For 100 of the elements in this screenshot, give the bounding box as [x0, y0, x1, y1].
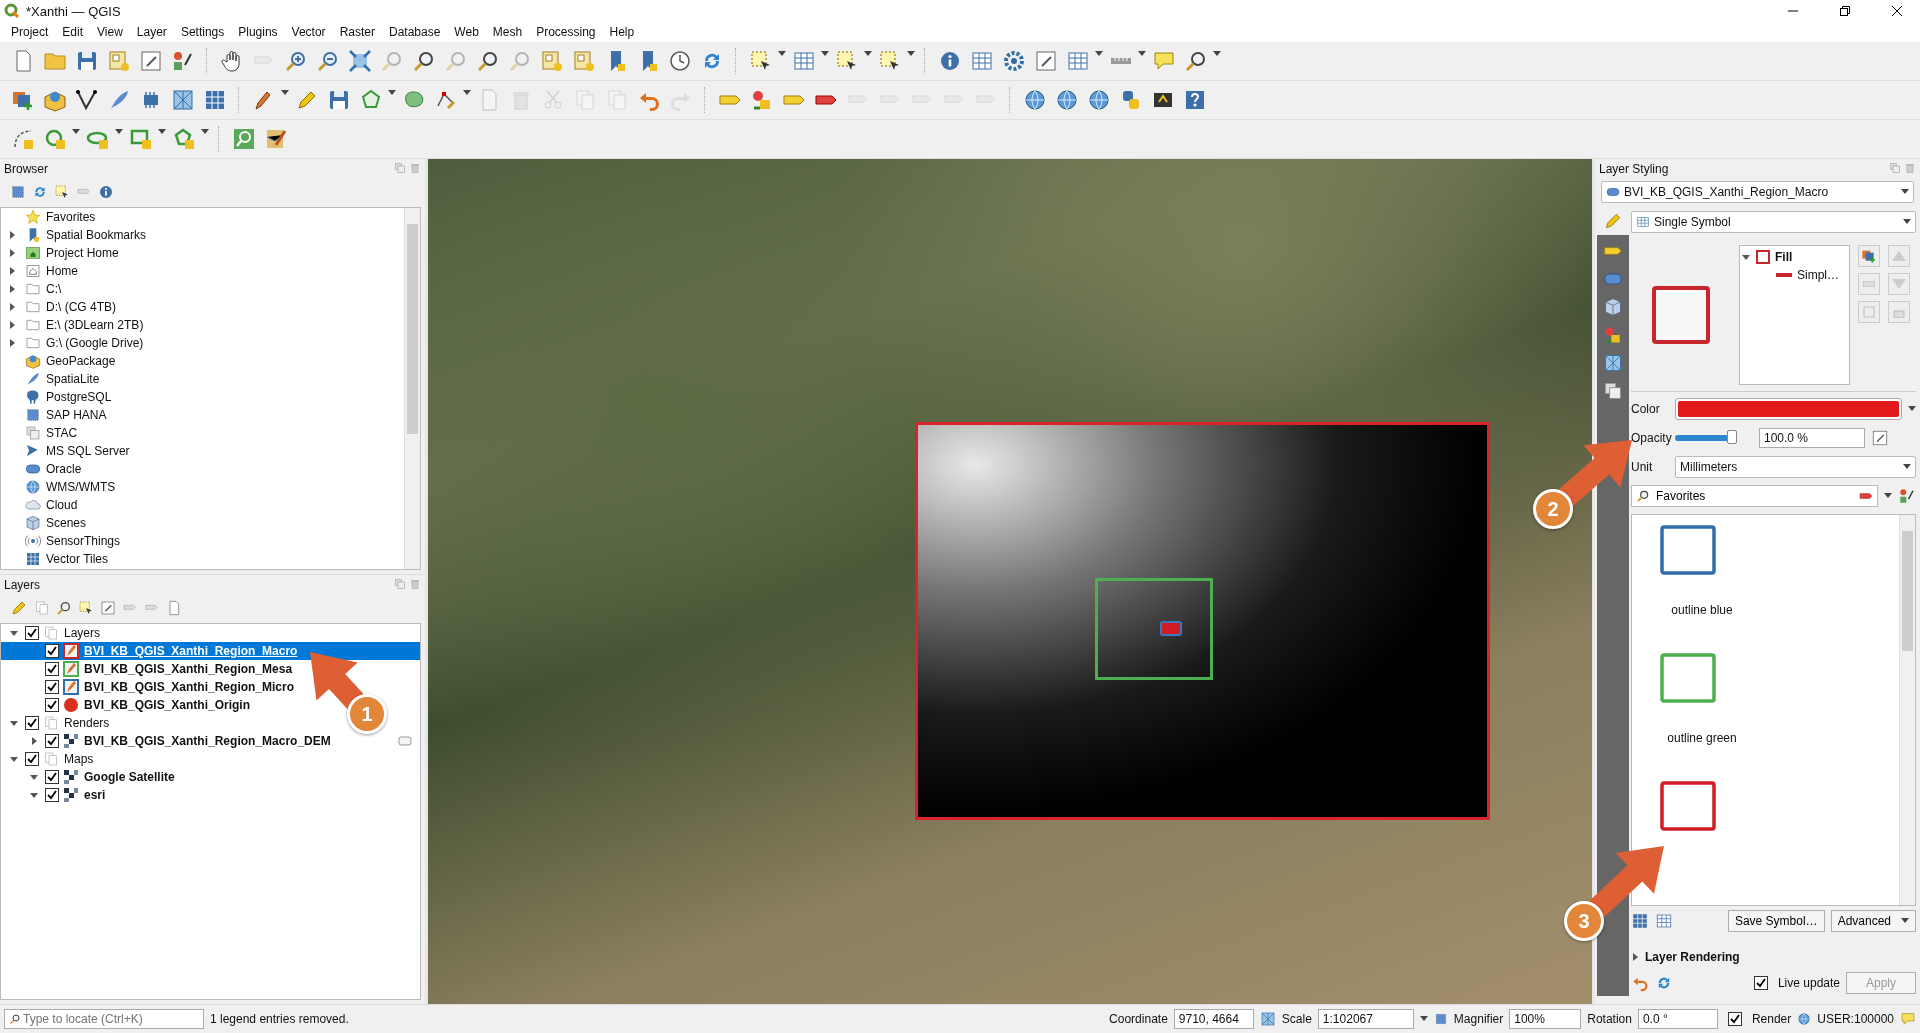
- locate-box[interactable]: Type to locate (Ctrl+K): [4, 1009, 204, 1029]
- browser-item[interactable]: Home: [41, 264, 78, 278]
- expand-arrow-icon[interactable]: [10, 629, 18, 637]
- symbol-preview[interactable]: [1660, 653, 1716, 703]
- magnifier-icon[interactable]: [476, 49, 500, 73]
- caret-icon[interactable]: [1419, 1016, 1428, 1022]
- expand-arrow-icon[interactable]: [1631, 953, 1639, 961]
- checkbox[interactable]: [45, 680, 59, 694]
- browser-item[interactable]: Spatial Bookmarks: [41, 228, 147, 242]
- checkbox[interactable]: [45, 788, 59, 802]
- caret-icon[interactable]: [1884, 492, 1892, 499]
- layer-name[interactable]: BVI_KB_QGIS_Xanthi_Region_Mesa: [79, 662, 293, 676]
- scale-field[interactable]: 1:102067: [1317, 1009, 1414, 1029]
- menu-item[interactable]: Processing: [529, 25, 603, 39]
- brush-icon[interactable]: [1603, 211, 1623, 231]
- info-icon[interactable]: [98, 184, 114, 200]
- menu-item[interactable]: Layer: [129, 25, 174, 39]
- dropdown-caret-icon[interactable]: [864, 51, 872, 57]
- scrollbar[interactable]: [404, 208, 420, 569]
- expand-arrow-icon[interactable]: [10, 755, 18, 763]
- menu-item[interactable]: Vector: [284, 25, 333, 39]
- browser-item[interactable]: Scenes: [41, 516, 87, 530]
- menu-item[interactable]: Project: [4, 25, 56, 39]
- dropdown-caret-icon[interactable]: [1138, 51, 1146, 57]
- checkbox[interactable]: [45, 662, 59, 676]
- menu-item[interactable]: View: [90, 25, 130, 39]
- menu-item[interactable]: Raster: [332, 25, 382, 39]
- browser-item[interactable]: G:\ (Google Drive): [41, 336, 144, 350]
- caret-icon[interactable]: [1903, 219, 1911, 225]
- rectangle-icon[interactable]: [129, 127, 153, 151]
- browser-item[interactable]: SAP HANA: [41, 408, 107, 422]
- browser-item[interactable]: MS SQL Server: [41, 444, 130, 458]
- dropdown-caret-icon[interactable]: [158, 129, 166, 135]
- layer-name[interactable]: Maps: [59, 752, 94, 766]
- caret-icon[interactable]: [1903, 463, 1911, 470]
- layer-name[interactable]: Renders: [59, 716, 110, 730]
- expand-arrow-icon[interactable]: [30, 737, 38, 745]
- rotation-field[interactable]: 0.0 °: [1637, 1009, 1718, 1029]
- browser-item[interactable]: Oracle: [41, 462, 82, 476]
- globe-icon[interactable]: [1797, 1012, 1812, 1026]
- info-icon[interactable]: [938, 49, 962, 73]
- layer-dropdown[interactable]: BVI_KB_QGIS_Xanthi_Region_Macro: [1601, 181, 1914, 203]
- crs-label[interactable]: USER:100000: [1817, 1012, 1894, 1026]
- browser-item[interactable]: C:\: [41, 282, 62, 296]
- layer-name[interactable]: BVI_KB_QGIS_Xanthi_Region_Macro_DEM: [79, 734, 331, 748]
- checkbox[interactable]: [25, 752, 39, 766]
- browser-item[interactable]: STAC: [41, 426, 78, 440]
- dropdown-caret-icon[interactable]: [907, 51, 915, 57]
- expand-arrow-icon[interactable]: [8, 285, 16, 293]
- style-icon[interactable]: [171, 49, 195, 73]
- grid-icon[interactable]: [203, 88, 227, 112]
- browser-item[interactable]: Cloud: [41, 498, 78, 512]
- dropdown-caret-icon[interactable]: [281, 90, 289, 96]
- dropdown-caret-icon[interactable]: [778, 51, 786, 57]
- checkbox[interactable]: [45, 770, 59, 784]
- circle-icon[interactable]: [43, 127, 67, 151]
- magnifier-field[interactable]: 100%: [1509, 1009, 1582, 1029]
- opacity-field[interactable]: 100.0 %: [1759, 427, 1865, 448]
- menu-item[interactable]: Settings: [173, 25, 232, 39]
- page-tools-icon[interactable]: [139, 49, 163, 73]
- caret-icon[interactable]: [1901, 918, 1909, 924]
- dropdown-caret-icon[interactable]: [201, 129, 209, 135]
- checkbox[interactable]: [45, 734, 59, 748]
- mesh-icon[interactable]: [171, 88, 195, 112]
- globe-icon[interactable]: [1023, 88, 1047, 112]
- scrollbar[interactable]: [1899, 515, 1915, 905]
- layer-name[interactable]: BVI_KB_QGIS_Xanthi_Region_Micro: [79, 680, 295, 694]
- layer-name[interactable]: Layers: [59, 626, 101, 640]
- expand-arrow-icon[interactable]: [1742, 253, 1750, 261]
- menu-item[interactable]: Database: [381, 25, 448, 39]
- dropdown-caret-icon[interactable]: [1213, 51, 1221, 57]
- caret-icon[interactable]: [1901, 189, 1909, 195]
- layer-name[interactable]: Google Satellite: [79, 770, 175, 784]
- search-icon[interactable]: [232, 127, 256, 151]
- vertex-icon[interactable]: [75, 88, 99, 112]
- browser-item[interactable]: GeoPackage: [41, 354, 116, 368]
- layer-name[interactable]: BVI_KB_QGIS_Xanthi_Origin: [79, 698, 251, 712]
- checkbox[interactable]: [1753, 976, 1768, 990]
- dropdown-caret-icon[interactable]: [115, 129, 123, 135]
- checkbox[interactable]: [25, 626, 39, 640]
- expand-arrow-icon[interactable]: [30, 773, 38, 781]
- refresh-icon[interactable]: [32, 184, 48, 200]
- checkbox-label[interactable]: Live update: [1777, 976, 1840, 990]
- list-view-icon[interactable]: [1655, 912, 1673, 930]
- browser-item[interactable]: PostgreSQL: [41, 390, 112, 404]
- menu-item[interactable]: Plugins: [231, 25, 285, 39]
- layer-name[interactable]: esri: [79, 788, 106, 802]
- curve-icon[interactable]: [11, 127, 35, 151]
- cube-icon[interactable]: [1603, 297, 1623, 317]
- checkbox[interactable]: [25, 716, 39, 730]
- table-icon[interactable]: [792, 49, 816, 73]
- save-symbol-button[interactable]: Save Symbol…: [1727, 910, 1825, 932]
- gear-icon[interactable]: [1002, 49, 1026, 73]
- browser-item[interactable]: Favorites: [41, 210, 96, 224]
- browser-item[interactable]: Project Home: [41, 246, 119, 260]
- map-edit-icon[interactable]: [264, 127, 288, 151]
- expand-arrow-icon[interactable]: [8, 303, 16, 311]
- magnifier-icon[interactable]: [412, 49, 436, 73]
- dropdown-caret-icon[interactable]: [1095, 51, 1103, 57]
- zoom-full-icon[interactable]: [348, 49, 372, 73]
